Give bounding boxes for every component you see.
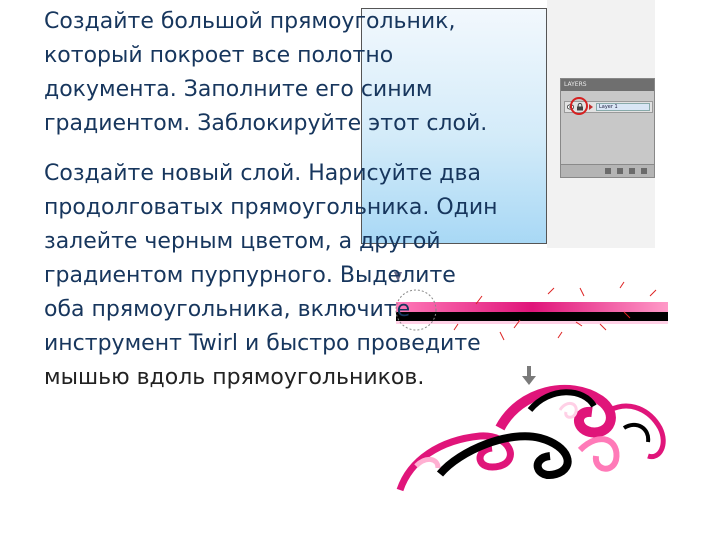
text-line: инструмент Twirl и быстро проведите bbox=[44, 331, 481, 356]
text-line: мышью вдоль прямоугольников. bbox=[44, 365, 425, 390]
layers-panel: LAYERS Layer 1 bbox=[560, 78, 655, 178]
text-line: который покроет все полотно bbox=[44, 43, 394, 68]
text-line: Создайте большой прямоугольник, bbox=[44, 9, 456, 34]
text-line: документа. Заполните его синим bbox=[44, 77, 433, 102]
text-line: градиентом. Заблокируйте этот слой. bbox=[44, 111, 488, 136]
create-sublayer-icon[interactable] bbox=[617, 168, 623, 174]
twirled-shape bbox=[396, 384, 666, 492]
instruction-paragraph-1: Создайте большой прямоугольник, который … bbox=[44, 5, 564, 141]
instruction-paragraph-2: Создайте новый слой. Нарисуйте два продо… bbox=[44, 157, 564, 395]
layer-name[interactable]: Layer 1 bbox=[596, 103, 650, 111]
text-line: градиентом пурпурного. Выделите bbox=[44, 263, 456, 288]
text-line: Создайте новый слой. Нарисуйте два bbox=[44, 161, 481, 186]
new-layer-icon[interactable] bbox=[629, 168, 635, 174]
text-line: продолговатых прямоугольника. Один bbox=[44, 195, 498, 220]
lock-highlight-circle bbox=[570, 97, 588, 115]
trash-icon[interactable] bbox=[641, 168, 647, 174]
expand-triangle-icon[interactable] bbox=[588, 103, 594, 111]
text-line: оба прямоугольника, включите bbox=[44, 297, 411, 322]
layers-panel-title: LAYERS bbox=[561, 79, 654, 91]
layers-panel-footer bbox=[561, 164, 654, 177]
make-clipping-mask-icon[interactable] bbox=[605, 168, 611, 174]
text-line: залейте черным цветом, а другой bbox=[44, 229, 441, 254]
